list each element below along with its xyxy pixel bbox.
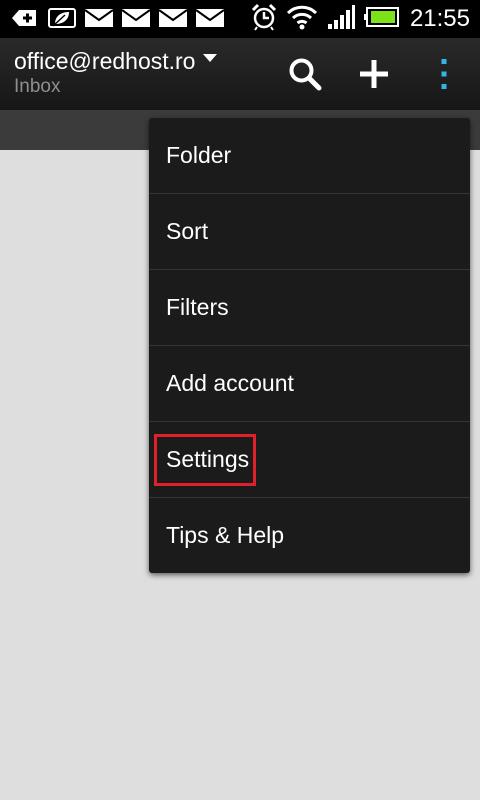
menu-item-label: Add account [166, 370, 294, 396]
action-bar: office@redhost.ro Inbox [0, 38, 480, 110]
menu-item-add-account[interactable]: Add account [149, 346, 470, 422]
mail-icon [84, 6, 114, 30]
account-name: office@redhost.ro [14, 48, 196, 74]
account-selector[interactable]: office@redhost.ro Inbox [14, 46, 234, 102]
dropdown-arrow-icon [203, 54, 218, 62]
overflow-menu-icon [439, 57, 449, 91]
search-icon [288, 57, 322, 91]
menu-item-sort[interactable]: Sort [149, 194, 470, 270]
mail-icon [195, 6, 225, 30]
mail-icon [121, 6, 151, 30]
overflow-menu-button[interactable] [414, 38, 474, 110]
menu-item-label: Folder [166, 142, 232, 168]
menu-item-filters[interactable]: Filters [149, 270, 470, 346]
menu-item-label: Filters [166, 294, 229, 320]
menu-item-tips-help[interactable]: Tips & Help [149, 498, 470, 574]
mail-icon [158, 6, 188, 30]
folder-name: Inbox [14, 76, 61, 97]
overflow-menu: Folder Sort Filters Add account Settings… [149, 118, 470, 573]
notification-icons [10, 6, 225, 30]
menu-item-label: Tips & Help [166, 522, 285, 548]
battery-level [370, 11, 395, 23]
alarm-icon [250, 3, 278, 35]
search-button[interactable] [275, 38, 335, 110]
usb-debug-icon [10, 6, 40, 30]
wifi-icon [286, 3, 318, 35]
system-icons: 21:55 [250, 3, 470, 35]
signal-icon [326, 3, 356, 35]
battery-icon [363, 3, 400, 35]
menu-item-settings[interactable]: Settings [149, 422, 470, 498]
leaf-icon [47, 6, 77, 30]
menu-item-folder[interactable]: Folder [149, 118, 470, 194]
menu-item-label: Sort [166, 218, 209, 244]
status-bar: 21:55 [0, 0, 480, 38]
add-icon [358, 58, 390, 90]
add-button[interactable] [344, 38, 404, 110]
menu-item-label: Settings [166, 446, 250, 472]
clock: 21:55 [409, 5, 470, 32]
